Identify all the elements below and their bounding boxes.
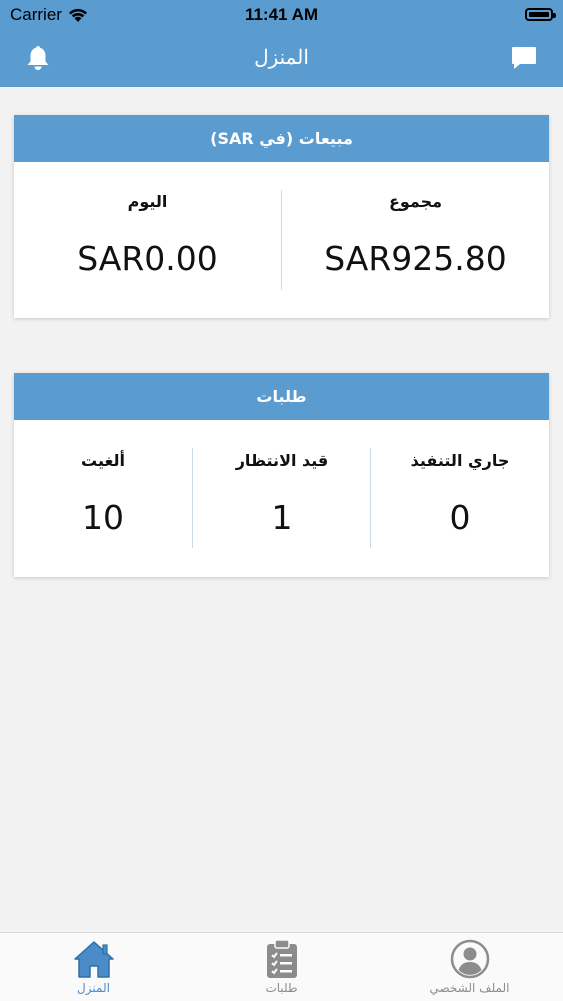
- cancelled-label: ألغيت: [81, 451, 125, 470]
- total-value: SAR925.80: [324, 239, 507, 278]
- pending-orders[interactable]: قيد الانتظار 1: [193, 420, 371, 537]
- tab-profile[interactable]: الملف الشخصي: [376, 933, 563, 1001]
- cancelled-orders[interactable]: ألغيت 10: [14, 420, 192, 537]
- total-sales: مجموع SAR925.80: [282, 162, 549, 278]
- pending-value: 1: [271, 498, 293, 537]
- profile-icon: [450, 939, 490, 983]
- tab-home-label: المنزل: [77, 981, 110, 995]
- tab-bar: الملف الشخصي طلبات المنزل: [0, 932, 563, 1001]
- navigation-bar: المنزل: [0, 30, 563, 87]
- clipboard-list-icon: [265, 939, 299, 983]
- today-label: اليوم: [127, 192, 168, 211]
- home-icon: [73, 939, 115, 983]
- tab-orders[interactable]: طلبات: [188, 933, 375, 1001]
- sales-card-title: مبيعات (في SAR): [14, 115, 549, 162]
- pending-label: قيد الانتظار: [235, 451, 329, 470]
- in-progress-label: جاري التنفيذ: [410, 451, 510, 470]
- orders-card: طلبات ألغيت 10 قيد الانتظار 1 جاري التنف…: [14, 373, 549, 577]
- in-progress-orders[interactable]: جاري التنفيذ 0: [371, 420, 549, 537]
- sales-card-body: اليوم SAR0.00 مجموع SAR925.80: [14, 162, 549, 318]
- status-bar: Carrier 11:41 AM: [0, 0, 563, 30]
- today-value: SAR0.00: [77, 239, 218, 278]
- sales-card: مبيعات (في SAR) اليوم SAR0.00 مجموع SAR9…: [14, 115, 549, 318]
- battery-icon: [525, 8, 556, 21]
- page-title: المنزل: [254, 45, 309, 69]
- today-sales: اليوم SAR0.00: [14, 162, 281, 278]
- tab-home[interactable]: المنزل: [0, 933, 187, 1001]
- orders-card-body: ألغيت 10 قيد الانتظار 1 جاري التنفيذ 0: [14, 420, 549, 577]
- in-progress-value: 0: [449, 498, 471, 537]
- orders-card-title: طلبات: [14, 373, 549, 420]
- total-label: مجموع: [388, 192, 443, 211]
- cancelled-value: 10: [82, 498, 124, 537]
- chat-bubble-icon[interactable]: [509, 43, 539, 73]
- status-time: 11:41 AM: [244, 5, 319, 24]
- tab-profile-label: الملف الشخصي: [429, 981, 510, 995]
- tab-orders-label: طلبات: [265, 981, 298, 995]
